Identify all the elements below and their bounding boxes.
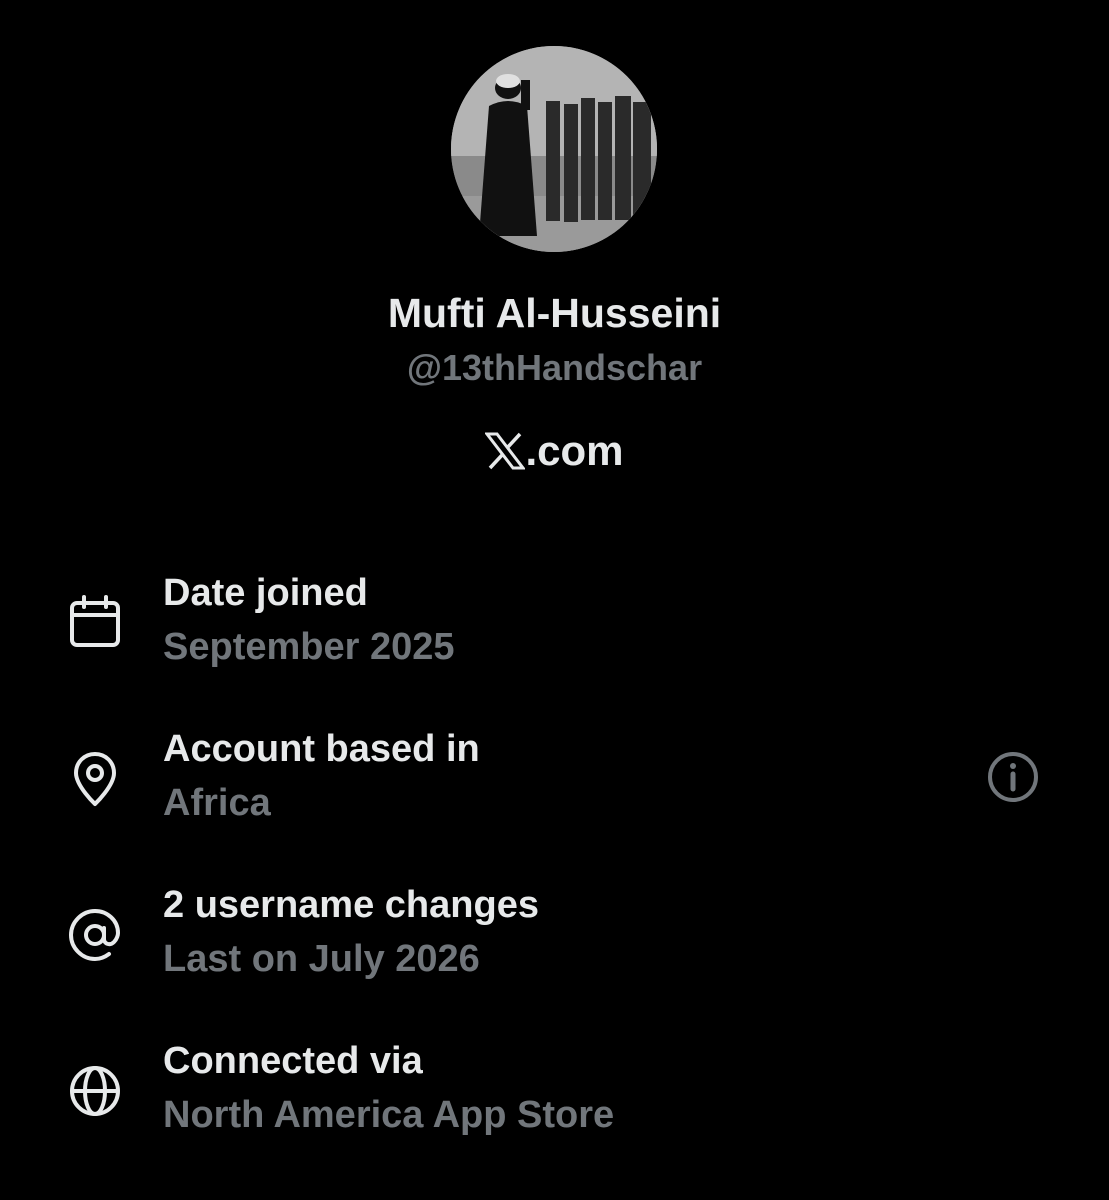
location-pin-icon (66, 750, 124, 808)
calendar-icon (66, 594, 124, 652)
x-logo-icon (485, 432, 526, 470)
detail-title: Connected via (163, 1040, 423, 1082)
info-button[interactable] (984, 748, 1042, 806)
detail-value: Africa (163, 782, 271, 824)
detail-title: Account based in (163, 728, 480, 770)
globe-icon (66, 1062, 124, 1120)
platform-domain: .com (525, 427, 624, 474)
detail-value: September 2025 (163, 626, 455, 668)
detail-row-account-location: Account based in Africa (0, 726, 1109, 846)
info-icon (988, 752, 1038, 802)
platform-label: .com (0, 424, 1109, 478)
detail-row-date-joined: Date joined September 2025 (0, 570, 1109, 690)
detail-row-username-changes: 2 username changes Last on July 2026 (0, 882, 1109, 1002)
detail-value: Last on July 2026 (163, 938, 480, 980)
detail-value: North America App Store (163, 1094, 615, 1136)
at-sign-icon (66, 906, 124, 964)
detail-row-connected-via: Connected via North America App Store (0, 1038, 1109, 1158)
profile-header: Mufti Al-Husseini @13thHandschar .com (0, 0, 1109, 520)
avatar[interactable] (451, 46, 657, 252)
detail-title: 2 username changes (163, 884, 539, 926)
handle[interactable]: @13thHandschar (0, 345, 1109, 391)
detail-title: Date joined (163, 572, 368, 614)
display-name: Mufti Al-Husseini (387, 290, 722, 336)
